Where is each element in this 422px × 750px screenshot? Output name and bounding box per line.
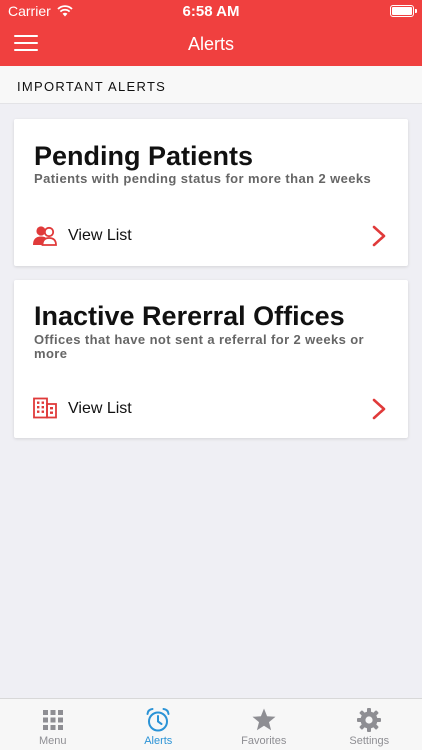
- grid-icon: [42, 710, 63, 730]
- navigation-bar: Alerts: [0, 22, 422, 66]
- view-list-button[interactable]: View List: [14, 391, 408, 427]
- status-time: 6:58 AM: [182, 3, 240, 20]
- alert-card-pending-patients: Pending Patients Patients with pending s…: [14, 119, 408, 266]
- card-title: Pending Patients: [34, 141, 254, 171]
- tab-favorites[interactable]: Favorites: [211, 699, 317, 750]
- tab-settings[interactable]: Settings: [317, 699, 422, 750]
- page-title: Alerts: [187, 33, 234, 54]
- chevron-right-icon: [372, 225, 386, 247]
- tab-menu[interactable]: Menu: [0, 699, 106, 750]
- app-screen: Carrier 6:58 AM Alerts IMPORTANT ALERTS …: [0, 0, 422, 750]
- card-subtitle: Patients with pending status for more th…: [34, 171, 372, 186]
- tab-label: Menu: [38, 735, 67, 747]
- battery-icon: [390, 5, 417, 17]
- tab-label: Settings: [349, 735, 390, 747]
- tab-bar: Menu Alerts Favorites Settings: [0, 698, 422, 750]
- tab-label: Alerts: [144, 735, 173, 747]
- building-icon: [33, 397, 57, 419]
- star-icon: [252, 708, 276, 731]
- card-title: Inactive Rererral Offices: [34, 301, 345, 331]
- status-bar: Carrier 6:58 AM: [0, 0, 422, 22]
- view-list-button[interactable]: View List: [14, 218, 408, 254]
- gear-icon: [357, 708, 382, 732]
- view-list-label: View List: [68, 227, 132, 244]
- alert-card-inactive-offices: Inactive Rererral Offices Offices that h…: [14, 280, 408, 438]
- chevron-right-icon: [372, 398, 386, 420]
- menu-icon[interactable]: [14, 35, 38, 53]
- card-subtitle: Offices that have not sent a referral fo…: [34, 332, 365, 361]
- section-header: IMPORTANT ALERTS: [0, 66, 422, 104]
- alarm-clock-icon: [146, 708, 170, 732]
- tab-alerts[interactable]: Alerts: [106, 699, 212, 750]
- tab-label: Favorites: [241, 735, 287, 747]
- header: Carrier 6:58 AM Alerts: [0, 0, 422, 66]
- view-list-label: View List: [68, 400, 132, 417]
- users-icon: [33, 226, 57, 246]
